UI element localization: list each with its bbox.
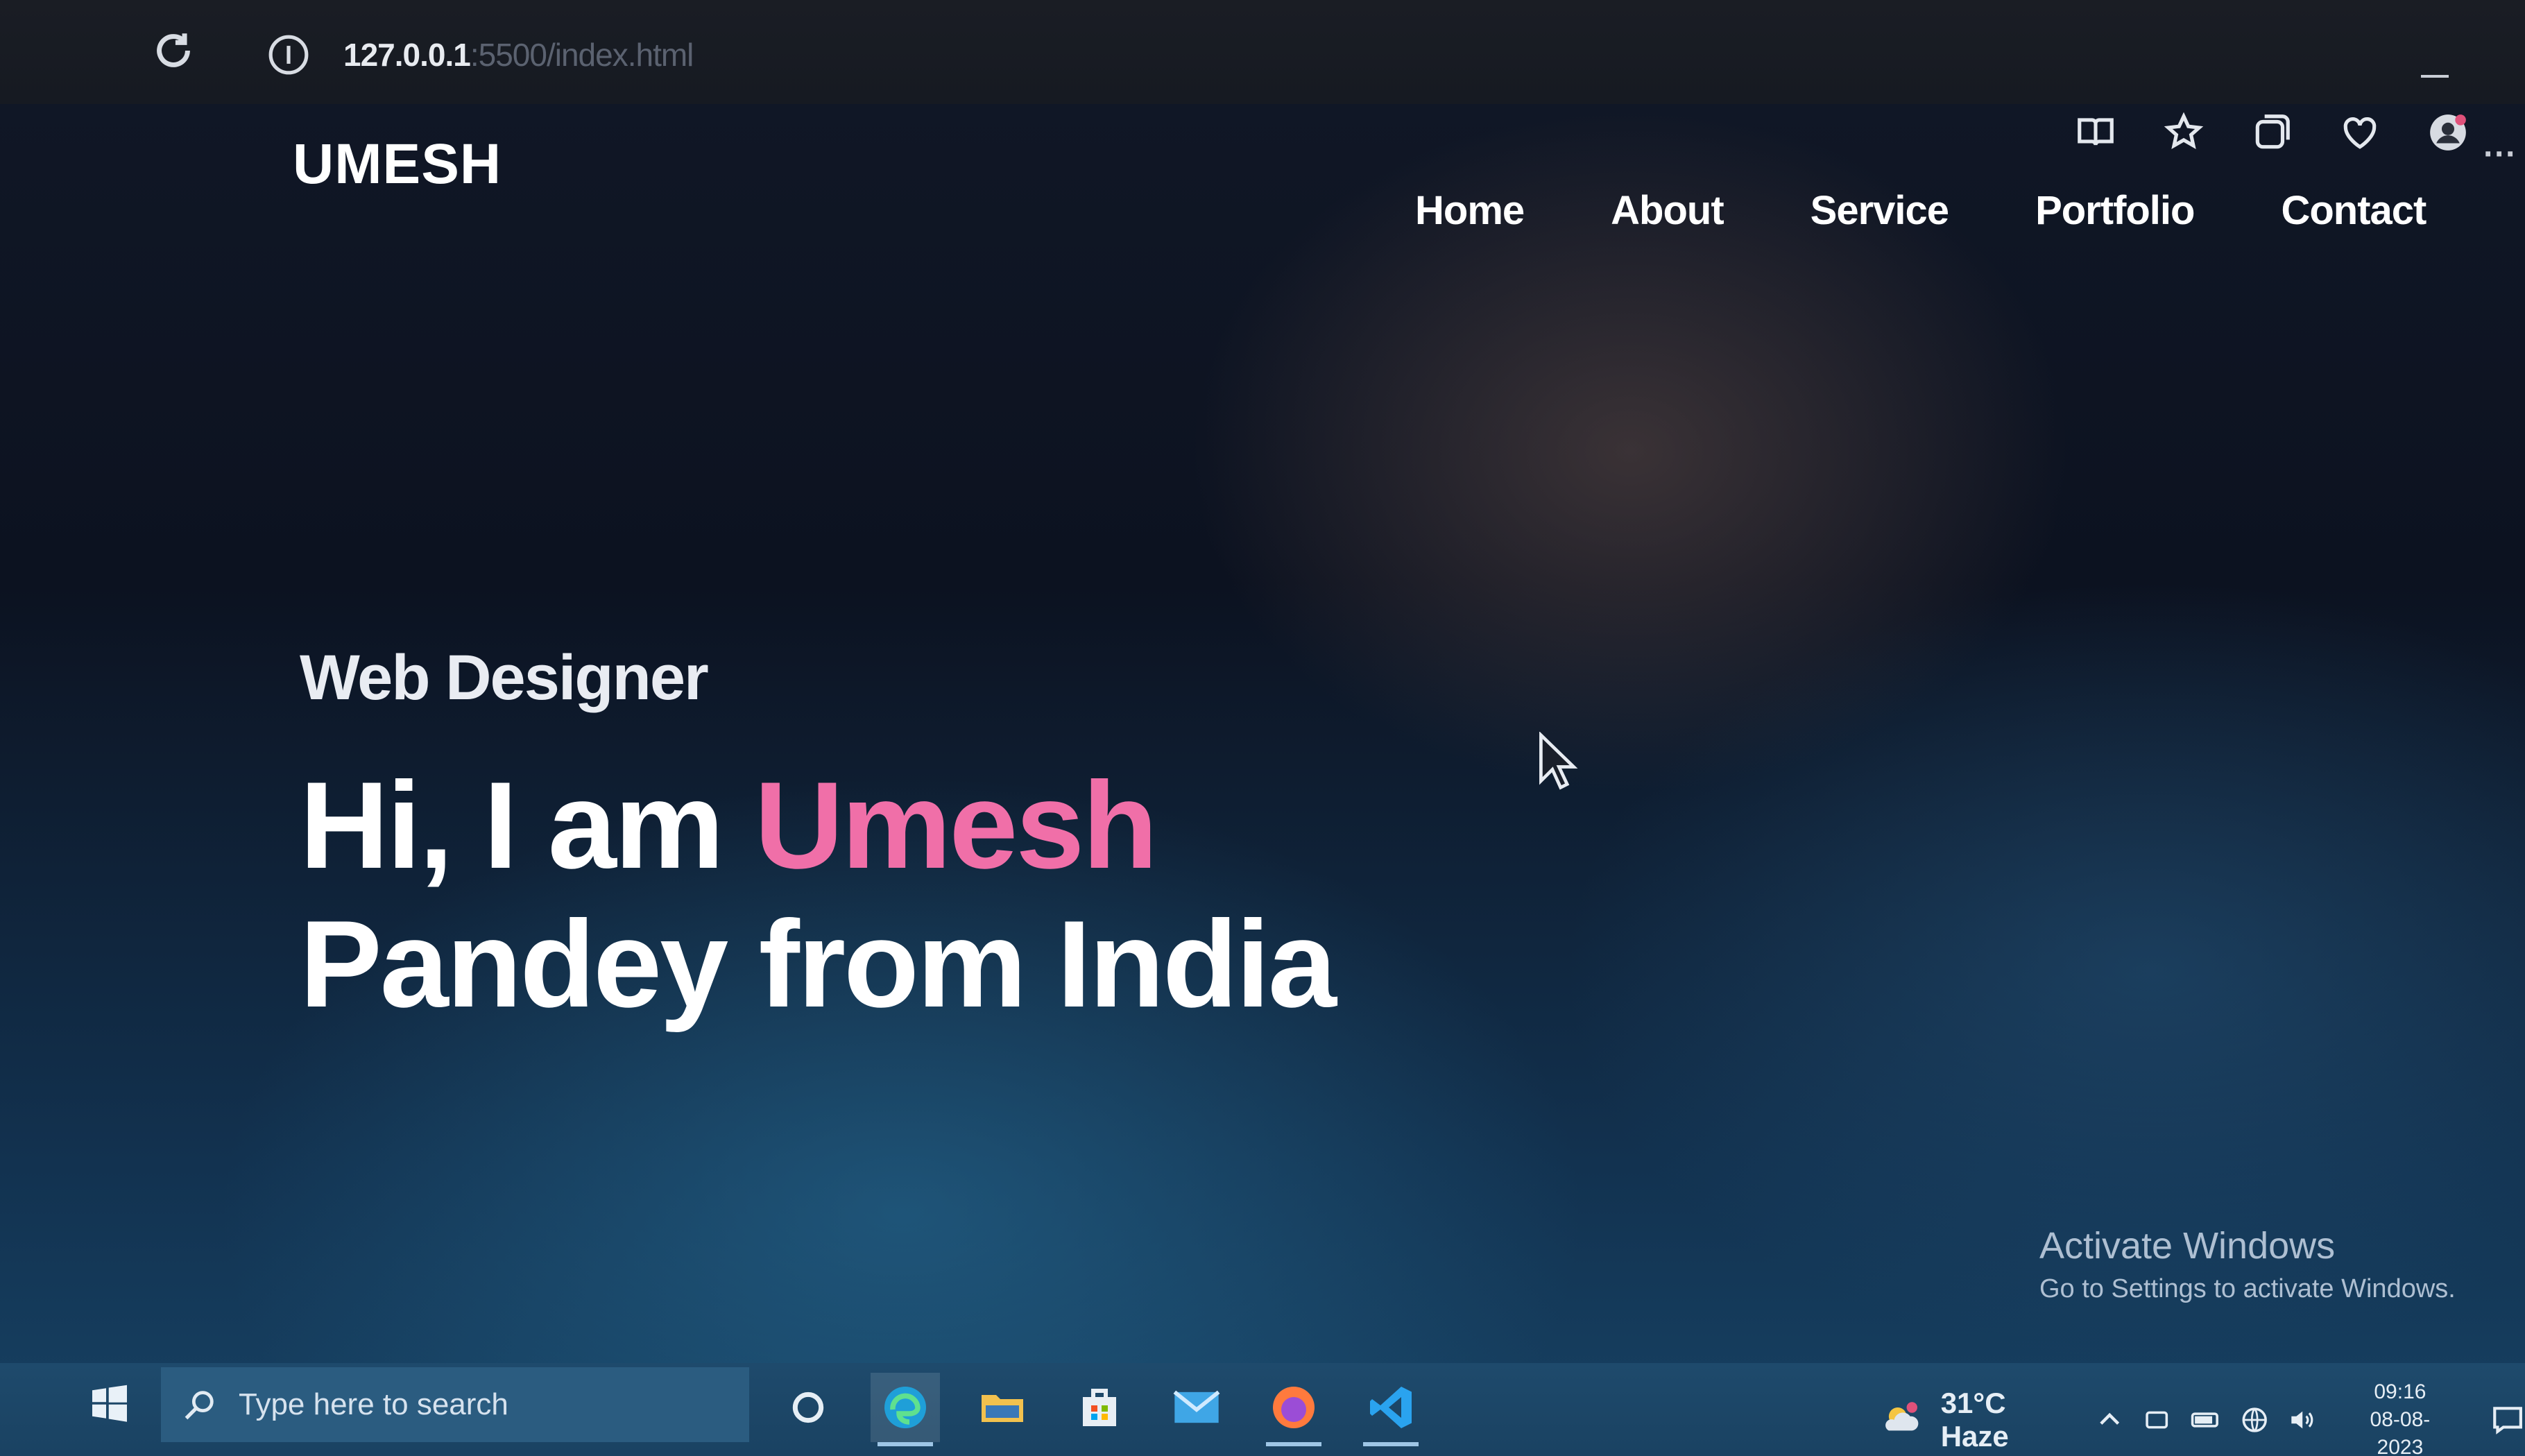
browser-essentials-icon[interactable] [2338,111,2381,154]
reload-icon[interactable] [149,26,198,75]
site-info-icon[interactable] [267,33,310,76]
windows-taskbar: Type here to search 31°C Haze 09:16 08-0… [0,1363,2525,1456]
cortana-icon[interactable] [773,1373,843,1442]
reading-mode-icon[interactable] [2074,111,2117,154]
hero-role: Web Designer [300,642,709,713]
nav-contact[interactable]: Contact [2281,187,2426,234]
url-host: 127.0.0.1 [343,37,471,73]
clock-time: 09:16 [2374,1380,2426,1403]
minimize-button[interactable] [2421,75,2449,78]
taskbar-apps [773,1373,1426,1446]
activate-title: Activate Windows [2039,1225,2336,1267]
network-icon[interactable] [2240,1405,2269,1435]
nav-home[interactable]: Home [1415,187,1525,234]
settings-more-icon[interactable]: ··· [2483,135,2517,173]
site-nav: Home About Service Portfolio Contact [1415,187,2426,234]
firefox-icon[interactable] [1259,1373,1328,1446]
taskbar-search[interactable]: Type here to search [161,1367,749,1442]
activate-subtitle: Go to Settings to activate Windows. [2039,1274,2456,1303]
vscode-running-indicator [1363,1442,1419,1446]
volume-icon[interactable] [2288,1405,2317,1435]
screen: 127.0.0.1:5500/index.html ··· UMESH Home… [0,0,2525,1456]
nav-service[interactable]: Service [1811,187,1949,234]
mouse-cursor-icon [1539,732,1578,790]
nav-portfolio[interactable]: Portfolio [2035,187,2195,234]
headline-line2: Pandey from India [300,895,1337,1033]
weather-text[interactable]: 31°C Haze [1941,1387,2077,1453]
notifications-icon[interactable] [2490,1402,2525,1438]
clock-date: 08-08-2023 [2370,1408,2431,1456]
battery-icon[interactable] [2190,1405,2222,1435]
collections-icon[interactable] [2250,111,2293,154]
address-bar[interactable]: 127.0.0.1:5500/index.html [343,36,694,74]
windows-start-icon[interactable] [89,1382,130,1424]
favorites-icon[interactable] [2162,111,2205,154]
browser-toolbar: 127.0.0.1:5500/index.html [0,0,2525,104]
nav-about[interactable]: About [1611,187,1724,234]
chevron-up-icon[interactable] [2095,1405,2124,1435]
file-explorer-icon[interactable] [968,1373,1037,1442]
weather-icon[interactable] [1880,1398,1923,1442]
url-path: :5500/index.html [470,37,694,73]
profile-icon[interactable] [2426,111,2470,154]
system-tray: 31°C Haze 09:16 08-08-2023 [1880,1378,2525,1456]
headline-prefix: Hi, I am [300,756,755,894]
site-logo[interactable]: UMESH [293,132,502,197]
clock[interactable]: 09:16 08-08-2023 [2349,1378,2451,1456]
browser-extension-toolbar [2074,111,2470,154]
headline-name: Umesh [754,756,1158,894]
hero-headline: Hi, I am Umesh Pandey from India [300,756,1337,1034]
firefox-running-indicator [1266,1442,1321,1446]
search-placeholder: Type here to search [239,1387,508,1421]
vscode-icon[interactable] [1356,1373,1426,1446]
search-icon [185,1391,214,1420]
store-icon[interactable] [1065,1373,1134,1442]
edge-icon[interactable] [871,1373,940,1446]
activate-windows-watermark: Activate Windows Go to Settings to activ… [2039,1224,2456,1304]
mail-icon[interactable] [1162,1373,1231,1442]
edge-active-indicator [878,1442,933,1446]
meet-now-icon[interactable] [2142,1405,2171,1435]
